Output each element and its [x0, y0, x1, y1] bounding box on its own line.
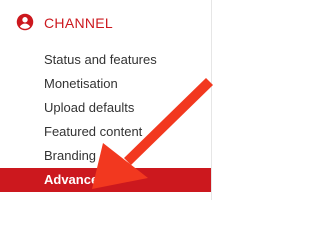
channel-section-header[interactable]: CHANNEL	[0, 0, 211, 46]
panel-divider	[211, 0, 212, 200]
nav-item-advanced[interactable]: Advanced	[0, 168, 211, 192]
section-title: CHANNEL	[44, 15, 114, 31]
account-circle-icon	[16, 13, 34, 31]
nav-item-upload-defaults[interactable]: Upload defaults	[0, 96, 211, 120]
channel-settings-panel: CHANNEL Status and features Monetisation…	[0, 0, 219, 200]
nav-item-branding[interactable]: Branding	[0, 144, 211, 168]
nav-item-featured-content[interactable]: Featured content	[0, 120, 211, 144]
nav-item-status-and-features[interactable]: Status and features	[0, 48, 211, 72]
nav-item-label: Monetisation	[44, 76, 118, 91]
nav-item-monetisation[interactable]: Monetisation	[0, 72, 211, 96]
nav-item-label: Featured content	[44, 124, 143, 139]
nav-item-label: Advanced	[44, 172, 107, 187]
nav-item-label: Branding	[44, 148, 97, 163]
channel-nav-list: Status and features Monetisation Upload …	[0, 46, 211, 192]
nav-item-label: Upload defaults	[44, 100, 135, 115]
nav-item-label: Status and features	[44, 52, 157, 67]
